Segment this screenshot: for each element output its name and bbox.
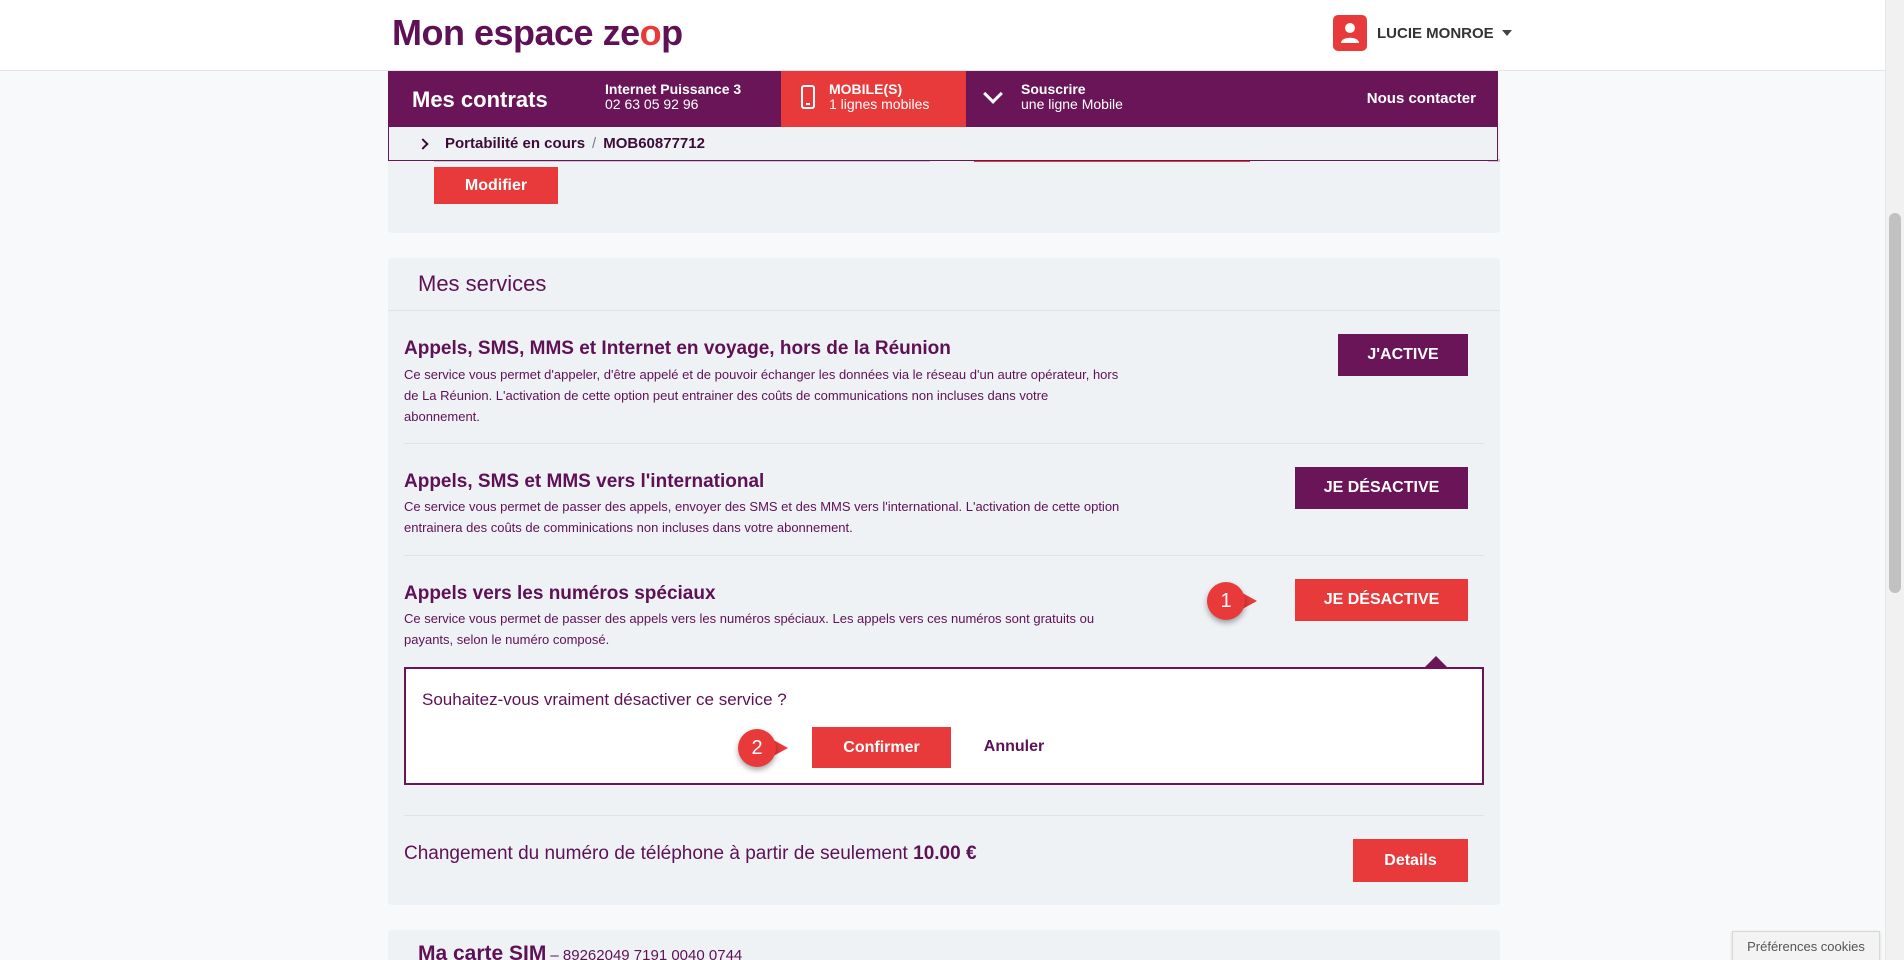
tab-internet[interactable]: Internet Puissance 3 02 63 05 92 96 (605, 71, 741, 127)
deactivate-international-button[interactable]: JE DÉSACTIVE (1295, 467, 1468, 509)
service-description: Ce service vous permet de passer des app… (404, 499, 1120, 535)
service-description: Ce service vous permet d'appeler, d'être… (404, 367, 1119, 424)
service-title: Appels vers les numéros spéciaux (404, 583, 716, 604)
breadcrumb-item[interactable]: Portabilité en cours (445, 135, 585, 152)
phone-icon (801, 85, 815, 109)
modify-button[interactable]: Modifier (434, 167, 558, 204)
change-number-price: 10.00 € (913, 843, 977, 864)
marker-number: 2 (738, 729, 776, 767)
chevron-right-icon[interactable] (417, 137, 429, 150)
breadcrumb-current: MOB60877712 (603, 135, 705, 152)
user-name: LUCIE MONROE (1377, 24, 1494, 42)
caret-down-icon (1501, 30, 1512, 36)
tab-internet-number: 02 63 05 92 96 (605, 96, 699, 112)
cookie-preferences-button[interactable]: Préférences cookies (1732, 931, 1880, 960)
change-number-label: Changement du numéro de téléphone à part… (404, 843, 908, 864)
tab-souscrire[interactable]: Souscrire une ligne Mobile (980, 71, 1123, 127)
user-menu[interactable]: LUCIE MONROE (1333, 15, 1512, 51)
step-marker-2: 2 (738, 729, 790, 767)
logo-accent-o: o (639, 12, 662, 53)
top-bar: Mon espace zeop LUCIE MONROE (0, 0, 1885, 71)
nav-title: Mes contrats (412, 87, 548, 112)
divider (404, 443, 1484, 444)
details-button[interactable]: Details (1353, 839, 1468, 882)
breadcrumb-separator: / (592, 135, 597, 152)
cancel-button[interactable]: Annuler (968, 727, 1060, 767)
activate-roaming-button[interactable]: J'ACTIVE (1338, 334, 1468, 376)
tab-souscrire-sub: une ligne Mobile (1021, 96, 1123, 112)
sim-title-text: Ma carte SIM (418, 942, 547, 960)
step-marker-1: 1 (1207, 582, 1259, 620)
scrollbar-thumb[interactable] (1889, 213, 1901, 593)
services-header: Mes services (388, 258, 1500, 311)
breadcrumb: Portabilité en cours / MOB60877712 (388, 127, 1498, 161)
chevron-down-icon (983, 84, 1003, 104)
divider (404, 555, 1484, 556)
deactivate-special-numbers-button[interactable]: JE DÉSACTIVE (1295, 579, 1468, 621)
contracts-nav: Mes contrats Internet Puissance 3 02 63 … (388, 71, 1498, 127)
services-title: Mes services (418, 271, 547, 296)
change-number-text: Changement du numéro de téléphone à part… (404, 843, 977, 865)
tab-mobile-count: 1 lignes mobiles (829, 96, 930, 112)
scrollbar-track[interactable] (1885, 0, 1904, 960)
contact-link[interactable]: Nous contacter (1367, 90, 1476, 107)
confirm-button[interactable]: Confirmer (812, 727, 951, 768)
tab-mobile[interactable]: MOBILE(S) 1 lignes mobiles (781, 71, 966, 127)
logo-text-end: p (661, 12, 683, 53)
service-title: Appels, SMS et MMS vers l'international (404, 471, 765, 492)
service-title: Appels, SMS, MMS et Internet en voyage, … (404, 338, 951, 359)
tab-souscrire-name: Souscrire (1021, 81, 1086, 97)
user-icon (1333, 15, 1367, 51)
logo-text: Mon espace ze (392, 12, 640, 53)
logo[interactable]: Mon espace zeop (392, 12, 683, 54)
sim-number: – 89262049 7191 0040 0744 (550, 947, 743, 960)
tab-internet-name: Internet Puissance 3 (605, 81, 742, 97)
sim-title: Ma carte SIM – 89262049 7191 0040 0744 (418, 942, 742, 960)
service-description: Ce service vous permet de passer des app… (404, 611, 1095, 647)
divider (404, 815, 1484, 816)
tab-mobile-name: MOBILE(S) (829, 81, 903, 97)
marker-number: 1 (1207, 582, 1245, 620)
confirm-question: Souhaitez-vous vraiment désactiver ce se… (422, 690, 787, 709)
